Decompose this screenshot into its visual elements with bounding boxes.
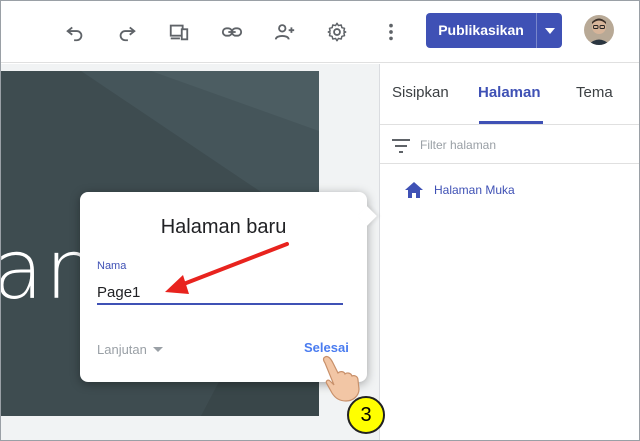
advanced-options-label: Lanjutan: [97, 342, 147, 357]
home-icon: [405, 182, 423, 198]
step-number-badge: 3: [347, 396, 385, 434]
link-icon[interactable]: [218, 18, 246, 46]
page-list-item-label: Halaman Muka: [434, 183, 515, 197]
gear-icon[interactable]: [323, 18, 351, 46]
page-list-item-home[interactable]: Halaman Muka: [404, 179, 515, 201]
tab-pages[interactable]: Halaman: [478, 84, 541, 101]
app-frame: Publikasikan an Sisipkan Halaman Tema Fi…: [0, 0, 640, 441]
tabs-divider: [380, 124, 639, 125]
publish-dropdown-button[interactable]: [537, 13, 562, 48]
filter-pages-input[interactable]: [420, 135, 620, 155]
page-name-label: Nama: [97, 260, 127, 272]
user-avatar-icon: [584, 15, 614, 45]
undo-icon[interactable]: [61, 18, 89, 46]
advanced-options-toggle[interactable]: Lanjutan: [97, 342, 163, 357]
top-toolbar: Publikasikan: [1, 1, 639, 63]
publish-button[interactable]: Publikasikan: [426, 13, 562, 48]
pointing-hand-icon: [322, 355, 360, 402]
page-name-input[interactable]: [97, 281, 343, 305]
chevron-down-icon: [544, 27, 555, 34]
dialog-title: Halaman baru: [160, 216, 287, 238]
tab-themes[interactable]: Tema: [576, 84, 613, 101]
side-panel: Sisipkan Halaman Tema Halaman Muka: [380, 64, 639, 440]
tab-insert[interactable]: Sisipkan: [392, 84, 449, 101]
publish-button-label: Publikasikan: [438, 22, 524, 38]
filter-divider: [380, 163, 639, 164]
redo-icon[interactable]: [113, 18, 141, 46]
avatar[interactable]: [584, 15, 614, 45]
more-vert-icon[interactable]: [377, 18, 405, 46]
chevron-down-icon: [152, 347, 163, 352]
filter-icon: [392, 139, 410, 153]
add-person-icon[interactable]: [271, 18, 299, 46]
device-preview-icon[interactable]: [165, 18, 193, 46]
